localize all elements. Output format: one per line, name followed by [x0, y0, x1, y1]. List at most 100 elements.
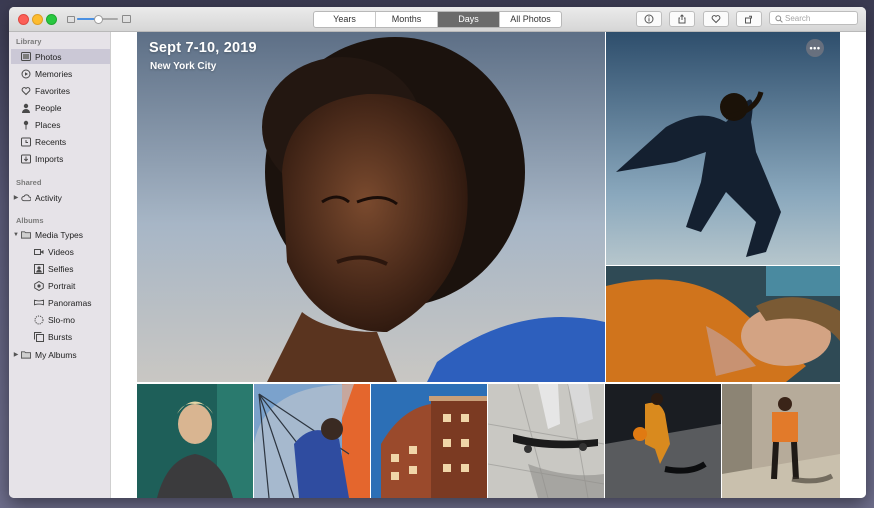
sidebar-item-places[interactable]: Places	[9, 117, 110, 132]
sidebar-item-label: Imports	[35, 153, 64, 164]
disclosure-down-icon[interactable]: ▼	[12, 232, 20, 238]
sidebar-item-label: Bursts	[48, 331, 73, 342]
search-field[interactable]	[769, 11, 858, 25]
sidebar-item-imports[interactable]: Imports	[9, 151, 110, 166]
disclosure-right-icon[interactable]: ▶	[12, 351, 20, 358]
basketball-photo-image	[605, 384, 721, 498]
photos-icon	[21, 52, 31, 62]
woman-teal-photo-image	[137, 384, 253, 498]
person-icon	[21, 103, 31, 113]
bottom-photo-4[interactable]	[488, 384, 604, 498]
portrait-icon	[34, 280, 44, 291]
sidebar-item-slo-mo[interactable]: Slo-mo	[9, 312, 110, 327]
sidebar-item-panoramas[interactable]: Panoramas	[9, 295, 110, 310]
dancer-photo[interactable]	[606, 32, 840, 265]
sidebar-item-label: Slo-mo	[48, 314, 75, 325]
zoom-out-icon[interactable]	[67, 16, 75, 23]
boy-photo-image	[606, 266, 840, 382]
slomo-icon	[34, 315, 44, 325]
hero-photo[interactable]	[137, 32, 605, 382]
zoom-slider-knob[interactable]	[93, 15, 103, 24]
folder-icon	[21, 230, 31, 240]
bottom-photo-3[interactable]	[371, 384, 487, 498]
sidebar-item-portrait[interactable]: Portrait	[9, 278, 110, 293]
sidebar: Library Photos Memories Favorites People…	[9, 32, 111, 498]
disclosure-right-icon[interactable]: ▶	[12, 194, 20, 201]
sidebar-item-label: Favorites	[35, 85, 70, 96]
more-button[interactable]: •••	[806, 39, 824, 57]
share-icon	[678, 14, 686, 24]
orange-shirt-photo-image	[722, 384, 840, 498]
sidebar-item-recents[interactable]: Recents	[9, 134, 110, 149]
tab-months[interactable]: Months	[376, 12, 438, 27]
video-icon	[34, 247, 44, 257]
info-icon	[644, 14, 654, 24]
tab-days[interactable]: Days	[438, 12, 500, 27]
bottom-photo-5[interactable]	[605, 384, 721, 498]
ellipsis-icon: •••	[809, 43, 821, 53]
search-icon	[775, 15, 783, 23]
favorite-button[interactable]	[703, 11, 729, 27]
heart-icon	[21, 86, 31, 96]
sidebar-section-library: Library	[16, 37, 42, 46]
sidebar-item-selfies[interactable]: Selfies	[9, 261, 110, 276]
sidebar-item-label: Activity	[35, 192, 62, 203]
panorama-icon	[34, 298, 44, 308]
sidebar-item-label: Panoramas	[48, 297, 92, 308]
zoom-in-icon[interactable]	[122, 15, 131, 23]
close-button[interactable]	[18, 14, 29, 25]
skateboard-photo-image	[488, 384, 604, 498]
building-photo-image	[371, 384, 487, 498]
share-button[interactable]	[669, 11, 695, 27]
toolbar: Years Months Days All Photos	[9, 7, 866, 32]
rotate-button[interactable]	[736, 11, 762, 27]
sidebar-item-label: Places	[35, 119, 61, 130]
sidebar-item-label: Media Types	[35, 229, 84, 240]
rotate-icon	[745, 15, 752, 24]
sidebar-item-memories[interactable]: Memories	[9, 66, 110, 81]
sidebar-item-label: Memories	[35, 68, 73, 79]
sidebar-item-photos[interactable]: Photos	[11, 49, 110, 64]
tab-all-photos[interactable]: All Photos	[500, 12, 561, 27]
sidebar-section-shared: Shared	[16, 178, 42, 187]
photo-grid	[111, 32, 866, 498]
import-icon	[21, 154, 31, 164]
portrait-photo-image	[137, 32, 605, 382]
sidebar-item-favorites[interactable]: Favorites	[9, 83, 110, 98]
clock-icon	[21, 137, 31, 147]
bottom-photo-6[interactable]	[722, 384, 840, 498]
sidebar-item-label: My Albums	[35, 349, 77, 360]
pin-icon	[21, 120, 31, 130]
sidebar-item-bursts[interactable]: Bursts	[9, 329, 110, 344]
boy-photo[interactable]	[606, 266, 840, 382]
date-title: Sept 7-10, 2019	[149, 40, 257, 56]
view-segmented-control: Years Months Days All Photos	[313, 11, 562, 28]
fullscreen-button[interactable]	[46, 14, 57, 25]
heart-icon	[711, 15, 721, 24]
bottom-photo-2[interactable]	[254, 384, 370, 498]
sidebar-item-videos[interactable]: Videos	[9, 244, 110, 259]
bottom-photo-1[interactable]	[137, 384, 253, 498]
sidebar-item-people[interactable]: People	[9, 100, 110, 115]
sidebar-section-albums: Albums	[16, 216, 44, 225]
bursts-icon	[34, 331, 44, 342]
info-button[interactable]	[636, 11, 662, 27]
umbrella-photo-image	[254, 384, 370, 498]
tab-years[interactable]: Years	[314, 12, 376, 27]
location-subtitle[interactable]: New York City	[150, 61, 216, 72]
search-input[interactable]	[785, 12, 855, 24]
memories-icon	[21, 69, 31, 79]
zoom-slider[interactable]	[77, 15, 118, 24]
minimize-button[interactable]	[32, 14, 43, 25]
sidebar-item-label: Photos	[35, 51, 62, 62]
sidebar-item-my-albums[interactable]: ▶ My Albums	[9, 347, 110, 362]
photos-window: Years Months Days All Photos Library Pho…	[9, 7, 866, 498]
sidebar-item-activity[interactable]: ▶ Activity	[9, 190, 110, 205]
sidebar-item-media-types[interactable]: ▼ Media Types	[9, 227, 110, 242]
selfie-icon	[34, 263, 44, 274]
sidebar-item-label: Portrait	[48, 280, 76, 291]
folder-icon	[21, 350, 31, 360]
sidebar-item-label: Videos	[48, 246, 74, 257]
sidebar-item-label: Selfies	[48, 263, 74, 274]
sidebar-item-label: People	[35, 102, 62, 113]
